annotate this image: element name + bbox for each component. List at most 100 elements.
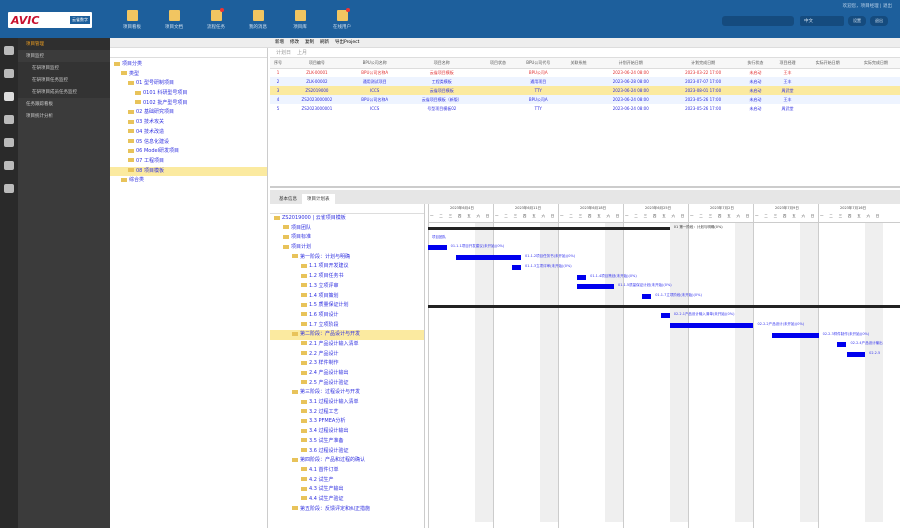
table-row[interactable]: 1 ZLK-00001 BPU公司名称A 云雀项目模板 BPU公司A 2023-06-24… — [270, 68, 900, 77]
plan-node[interactable]: 项目团队 — [270, 224, 424, 234]
column-header[interactable]: 实际完成日期 — [851, 58, 900, 69]
plan-node[interactable]: 2.2 产品设计 — [270, 350, 424, 360]
grid-tool-button[interactable]: 复制 — [305, 38, 314, 47]
globe-icon[interactable] — [4, 138, 14, 147]
filter-month[interactable]: 上月 — [297, 48, 307, 57]
task-bar[interactable] — [837, 342, 847, 348]
column-header[interactable]: 项目名称 — [401, 58, 482, 69]
table-row[interactable]: 3 ZS2019000 ICCS 云雀项目模板 TTY 2023-06-24 08:00 2… — [270, 86, 900, 95]
tree-node[interactable]: 综合类 — [110, 176, 267, 186]
column-header[interactable]: 关联系统 — [562, 58, 595, 69]
plan-node[interactable]: 4.3 试生产输出 — [270, 485, 424, 495]
plan-node[interactable]: 4.2 试生产 — [270, 476, 424, 486]
plan-node[interactable]: 1.2 项目任务书 — [270, 272, 424, 282]
tree-node[interactable]: 0102 批产型号项目 — [110, 99, 267, 109]
plan-node[interactable]: 2.1 产品设计输入清单 — [270, 340, 424, 350]
settings-button[interactable]: 设置 — [848, 16, 866, 26]
plan-node[interactable]: 项目计划 — [270, 243, 424, 253]
tree-node[interactable]: 07 工程项目 — [110, 157, 267, 167]
plan-node[interactable]: 项目标准 — [270, 233, 424, 243]
column-header[interactable]: BPU公司名称 — [347, 58, 402, 69]
toolbar-button[interactable]: 项目看板 — [112, 10, 152, 30]
column-header[interactable]: 项目经理 — [771, 58, 804, 69]
plan-node[interactable]: 3.3 PFMEA分析 — [270, 417, 424, 427]
task-bar[interactable] — [846, 352, 866, 358]
chat-icon[interactable] — [4, 46, 14, 55]
tree-node[interactable]: 0101 科研型号项目 — [110, 89, 267, 99]
toolbar-button[interactable]: 项目库 — [280, 10, 320, 30]
edit-icon[interactable] — [4, 92, 14, 101]
task-bar[interactable] — [669, 323, 754, 328]
tree-node[interactable]: 04 技术改造 — [110, 128, 267, 138]
database-icon[interactable] — [4, 115, 14, 124]
summary-bar[interactable] — [428, 304, 900, 308]
tab-basic[interactable]: 基本信息 — [274, 194, 302, 204]
tree-node[interactable]: 06 Model研发项目 — [110, 147, 267, 157]
plan-node[interactable]: 1.1 项目开发建议 — [270, 262, 424, 272]
table-row[interactable]: 2 ZLK-00002 通用测试项目 工程类模板 通用项目 2023-06-28 08:0… — [270, 77, 900, 86]
task-bar[interactable] — [511, 264, 521, 270]
plan-node[interactable]: 1.3 立项评审 — [270, 282, 424, 292]
tree-search[interactable] — [110, 48, 267, 58]
plan-node[interactable]: 1.4 项目策划 — [270, 292, 424, 302]
table-row[interactable]: 5 ZS2023000001 ICCS 号型项目模板02 TTY 2023-06-24 0… — [270, 104, 900, 113]
plan-node[interactable]: 第二阶段：产品设计与开发 — [270, 330, 424, 340]
plan-node[interactable]: 第一阶段：计划与明确 — [270, 253, 424, 263]
sidebar-title[interactable]: 项目管理 — [18, 38, 110, 50]
book-icon[interactable] — [4, 161, 14, 170]
toolbar-button[interactable]: 流程任务 — [196, 8, 236, 30]
task-bar[interactable] — [576, 274, 587, 280]
task-bar[interactable] — [772, 332, 819, 338]
home-icon[interactable] — [4, 69, 14, 78]
grid-tool-button[interactable]: 刷新 — [320, 38, 329, 47]
plan-node[interactable]: 3.2 过程工艺 — [270, 408, 424, 418]
plan-node[interactable]: 2.3 样件制作 — [270, 359, 424, 369]
filter-plan[interactable]: 计划日 — [276, 48, 291, 57]
sidebar-item-stats[interactable]: 项目统计分析 — [18, 110, 110, 122]
grid-tool-button[interactable]: 新增 — [275, 38, 284, 47]
language-select[interactable]: 中文 — [800, 16, 844, 26]
toolbar-button[interactable]: 我的消息 — [238, 10, 278, 30]
card-icon[interactable] — [4, 184, 14, 193]
plan-node[interactable]: 第三阶段：过程设计与开发 — [270, 388, 424, 398]
task-bar[interactable] — [428, 245, 447, 251]
column-header[interactable]: 执行状态 — [739, 58, 772, 69]
grid-tool-button[interactable]: 导出Project — [335, 38, 359, 47]
tab-plan[interactable]: 项目计划表 — [302, 194, 335, 204]
column-header[interactable]: 实际开始日期 — [803, 58, 852, 69]
sidebar-subitem[interactable]: 在研项目成员任务监控 — [18, 86, 110, 98]
tree-node[interactable]: 类型 — [110, 70, 267, 80]
tree-node[interactable]: 01 型号研制项目 — [110, 79, 267, 89]
summary-bar[interactable] — [428, 227, 670, 230]
tree-node[interactable]: 03 技术攻关 — [110, 118, 267, 128]
plan-node[interactable]: ZS2019000 | 云雀项目模板 — [270, 214, 424, 224]
user-info[interactable]: 欢迎您，项目经理 | 退出 — [843, 3, 892, 9]
task-bar[interactable] — [641, 293, 652, 299]
task-bar[interactable] — [576, 284, 614, 290]
column-header[interactable]: 计划开始日期 — [594, 58, 667, 69]
plan-node[interactable]: 1.7 立项阶段 — [270, 321, 424, 331]
search-input[interactable] — [722, 16, 794, 26]
column-header[interactable]: 计划完成日期 — [666, 58, 740, 69]
plan-node[interactable]: 3.1 过程设计输入清单 — [270, 398, 424, 408]
column-header[interactable]: BPU公司代号 — [514, 58, 563, 69]
toolbar-button[interactable]: 在线用户 — [322, 8, 362, 30]
plan-node[interactable]: 1.6 项目设计 — [270, 311, 424, 321]
plan-node[interactable]: 2.5 产品设计验证 — [270, 379, 424, 389]
table-row[interactable]: 4 ZS2023000002 BPU公司名称A 云雀项目模板（新版） BPU公司A 202… — [270, 95, 900, 104]
tree-node[interactable]: 项目分类 — [110, 60, 267, 70]
tree-node[interactable]: 02 基础研究项目 — [110, 108, 267, 118]
column-header[interactable]: 项目编号 — [286, 58, 348, 69]
grid-tool-button[interactable]: 修改 — [290, 38, 299, 47]
column-header[interactable]: 项目状态 — [481, 58, 515, 69]
logout-button[interactable]: 退出 — [870, 16, 888, 26]
plan-node[interactable]: 第四阶段：产品和过程的确认 — [270, 456, 424, 466]
plan-node[interactable]: 第五阶段：反馈评定和纠正措施 — [270, 505, 424, 515]
plan-node[interactable]: 3.6 过程设计验证 — [270, 447, 424, 457]
plan-node[interactable]: 1.5 质量保证计划 — [270, 301, 424, 311]
sidebar-subitem[interactable]: 在研项目监控 — [18, 62, 110, 74]
plan-node[interactable]: 4.1 首件订单 — [270, 466, 424, 476]
plan-node[interactable]: 4.4 试生产验证 — [270, 495, 424, 505]
task-bar[interactable] — [660, 313, 670, 319]
plan-node[interactable]: 3.5 试生产准备 — [270, 437, 424, 447]
